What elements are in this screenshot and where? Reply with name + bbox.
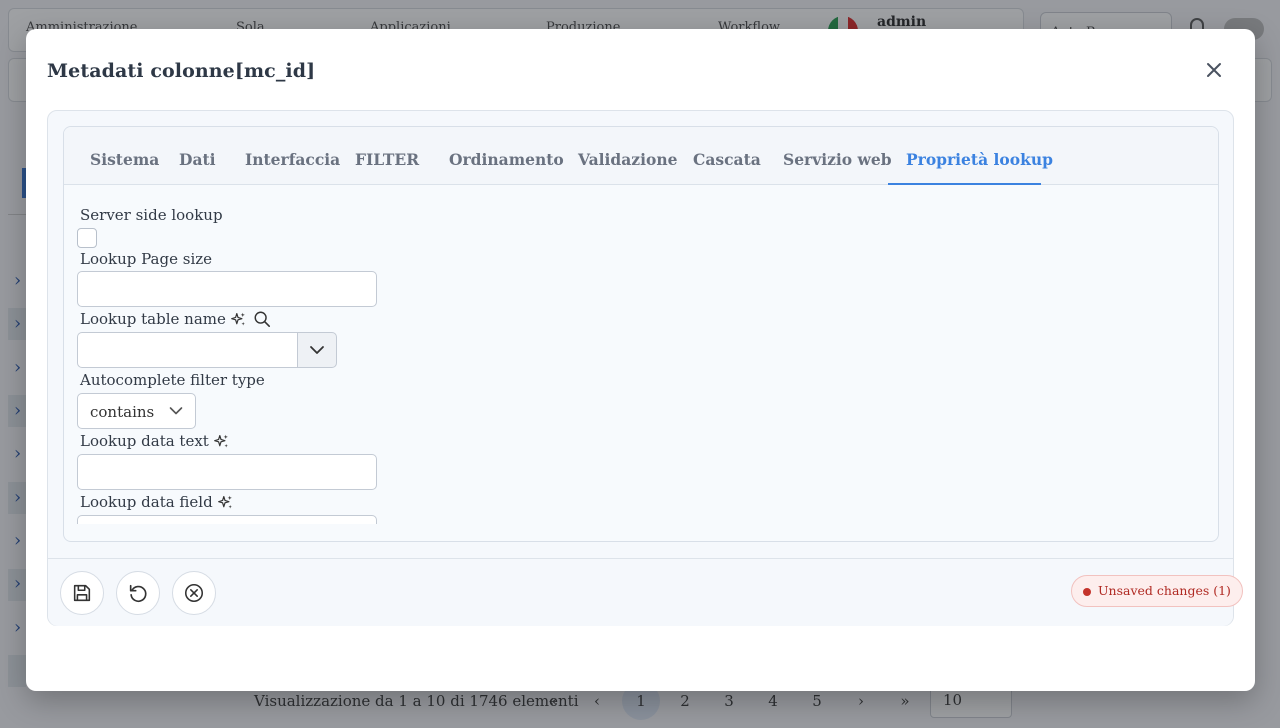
ai-sparkle-icon[interactable] <box>217 494 234 511</box>
modal-body-panel: Sistema Dati Interfaccia FILTER Ordiname… <box>47 110 1243 626</box>
lookup-table-name-label: Lookup table name <box>80 310 271 328</box>
tab-ordinamento[interactable]: Ordinamento <box>449 127 564 185</box>
lookup-table-name-label-text: Lookup table name <box>80 310 226 328</box>
active-tab-indicator <box>888 183 1041 185</box>
search-icon[interactable] <box>253 310 271 328</box>
cancel-button[interactable] <box>172 571 216 615</box>
chevron-down-icon <box>310 346 324 354</box>
ai-sparkle-icon[interactable] <box>213 433 230 450</box>
tabs-card: Sistema Dati Interfaccia FILTER Ordiname… <box>63 126 1219 542</box>
cancel-circle-icon <box>184 583 204 603</box>
ai-sparkle-icon[interactable] <box>230 311 247 328</box>
unsaved-changes-text: Unsaved changes (1) <box>1098 583 1231 598</box>
lookup-data-text-label-text: Lookup data text <box>80 432 209 450</box>
status-dot-icon <box>1083 588 1091 596</box>
column-metadata-modal: Metadati colonne[mc_id] Sistema Dati Int… <box>26 29 1255 691</box>
lookup-page-size-label-text: Lookup Page size <box>80 250 213 268</box>
tab-servizio-web[interactable]: Servizio web <box>783 127 892 185</box>
close-icon <box>1207 63 1221 77</box>
server-side-lookup-label: Server side lookup <box>80 206 223 224</box>
autocomplete-filter-type-label: Autocomplete filter type <box>80 371 265 389</box>
modal-title: Metadati colonne[mc_id] <box>47 60 316 82</box>
chevron-down-icon <box>169 407 183 415</box>
tab-cascata[interactable]: Cascata <box>693 127 761 185</box>
lookup-data-text-input[interactable] <box>77 454 377 490</box>
lookup-page-size-input[interactable] <box>77 271 377 307</box>
tab-strip: Sistema Dati Interfaccia FILTER Ordiname… <box>64 127 1218 185</box>
autocomplete-filter-type-value: contains <box>90 403 155 421</box>
close-button[interactable] <box>1202 58 1226 82</box>
server-side-lookup-label-text: Server side lookup <box>80 206 223 224</box>
tab-validazione[interactable]: Validazione <box>578 127 677 185</box>
save-button[interactable] <box>60 571 104 615</box>
server-side-lookup-checkbox[interactable] <box>77 228 97 248</box>
tab-filter[interactable]: FILTER <box>355 127 419 185</box>
lookup-data-field-input[interactable] <box>77 515 377 524</box>
lookup-data-field-label-text: Lookup data field <box>80 493 213 511</box>
unsaved-changes-badge: Unsaved changes (1) <box>1071 575 1243 607</box>
tab-interfaccia[interactable]: Interfaccia <box>245 127 340 185</box>
lookup-properties-form: Server side lookup Lookup Page size Look… <box>64 186 1218 524</box>
reset-button[interactable] <box>116 571 160 615</box>
modal-footer: Unsaved changes (1) <box>48 558 1243 626</box>
save-icon <box>73 584 91 602</box>
autocomplete-filter-type-select[interactable]: contains <box>77 393 196 429</box>
autocomplete-filter-type-label-text: Autocomplete filter type <box>80 371 265 389</box>
tab-sistema[interactable]: Sistema <box>90 127 159 185</box>
lookup-data-field-label: Lookup data field <box>80 493 234 511</box>
undo-icon <box>129 584 147 603</box>
tab-proprieta-lookup[interactable]: Proprietà lookup <box>906 127 1053 185</box>
lookup-table-name-input[interactable] <box>77 332 297 368</box>
lookup-table-name-combobox <box>77 332 337 368</box>
lookup-table-name-dropdown-button[interactable] <box>297 332 337 368</box>
tab-dati[interactable]: Dati <box>179 127 216 185</box>
lookup-data-text-label: Lookup data text <box>80 432 230 450</box>
lookup-page-size-label: Lookup Page size <box>80 250 212 268</box>
